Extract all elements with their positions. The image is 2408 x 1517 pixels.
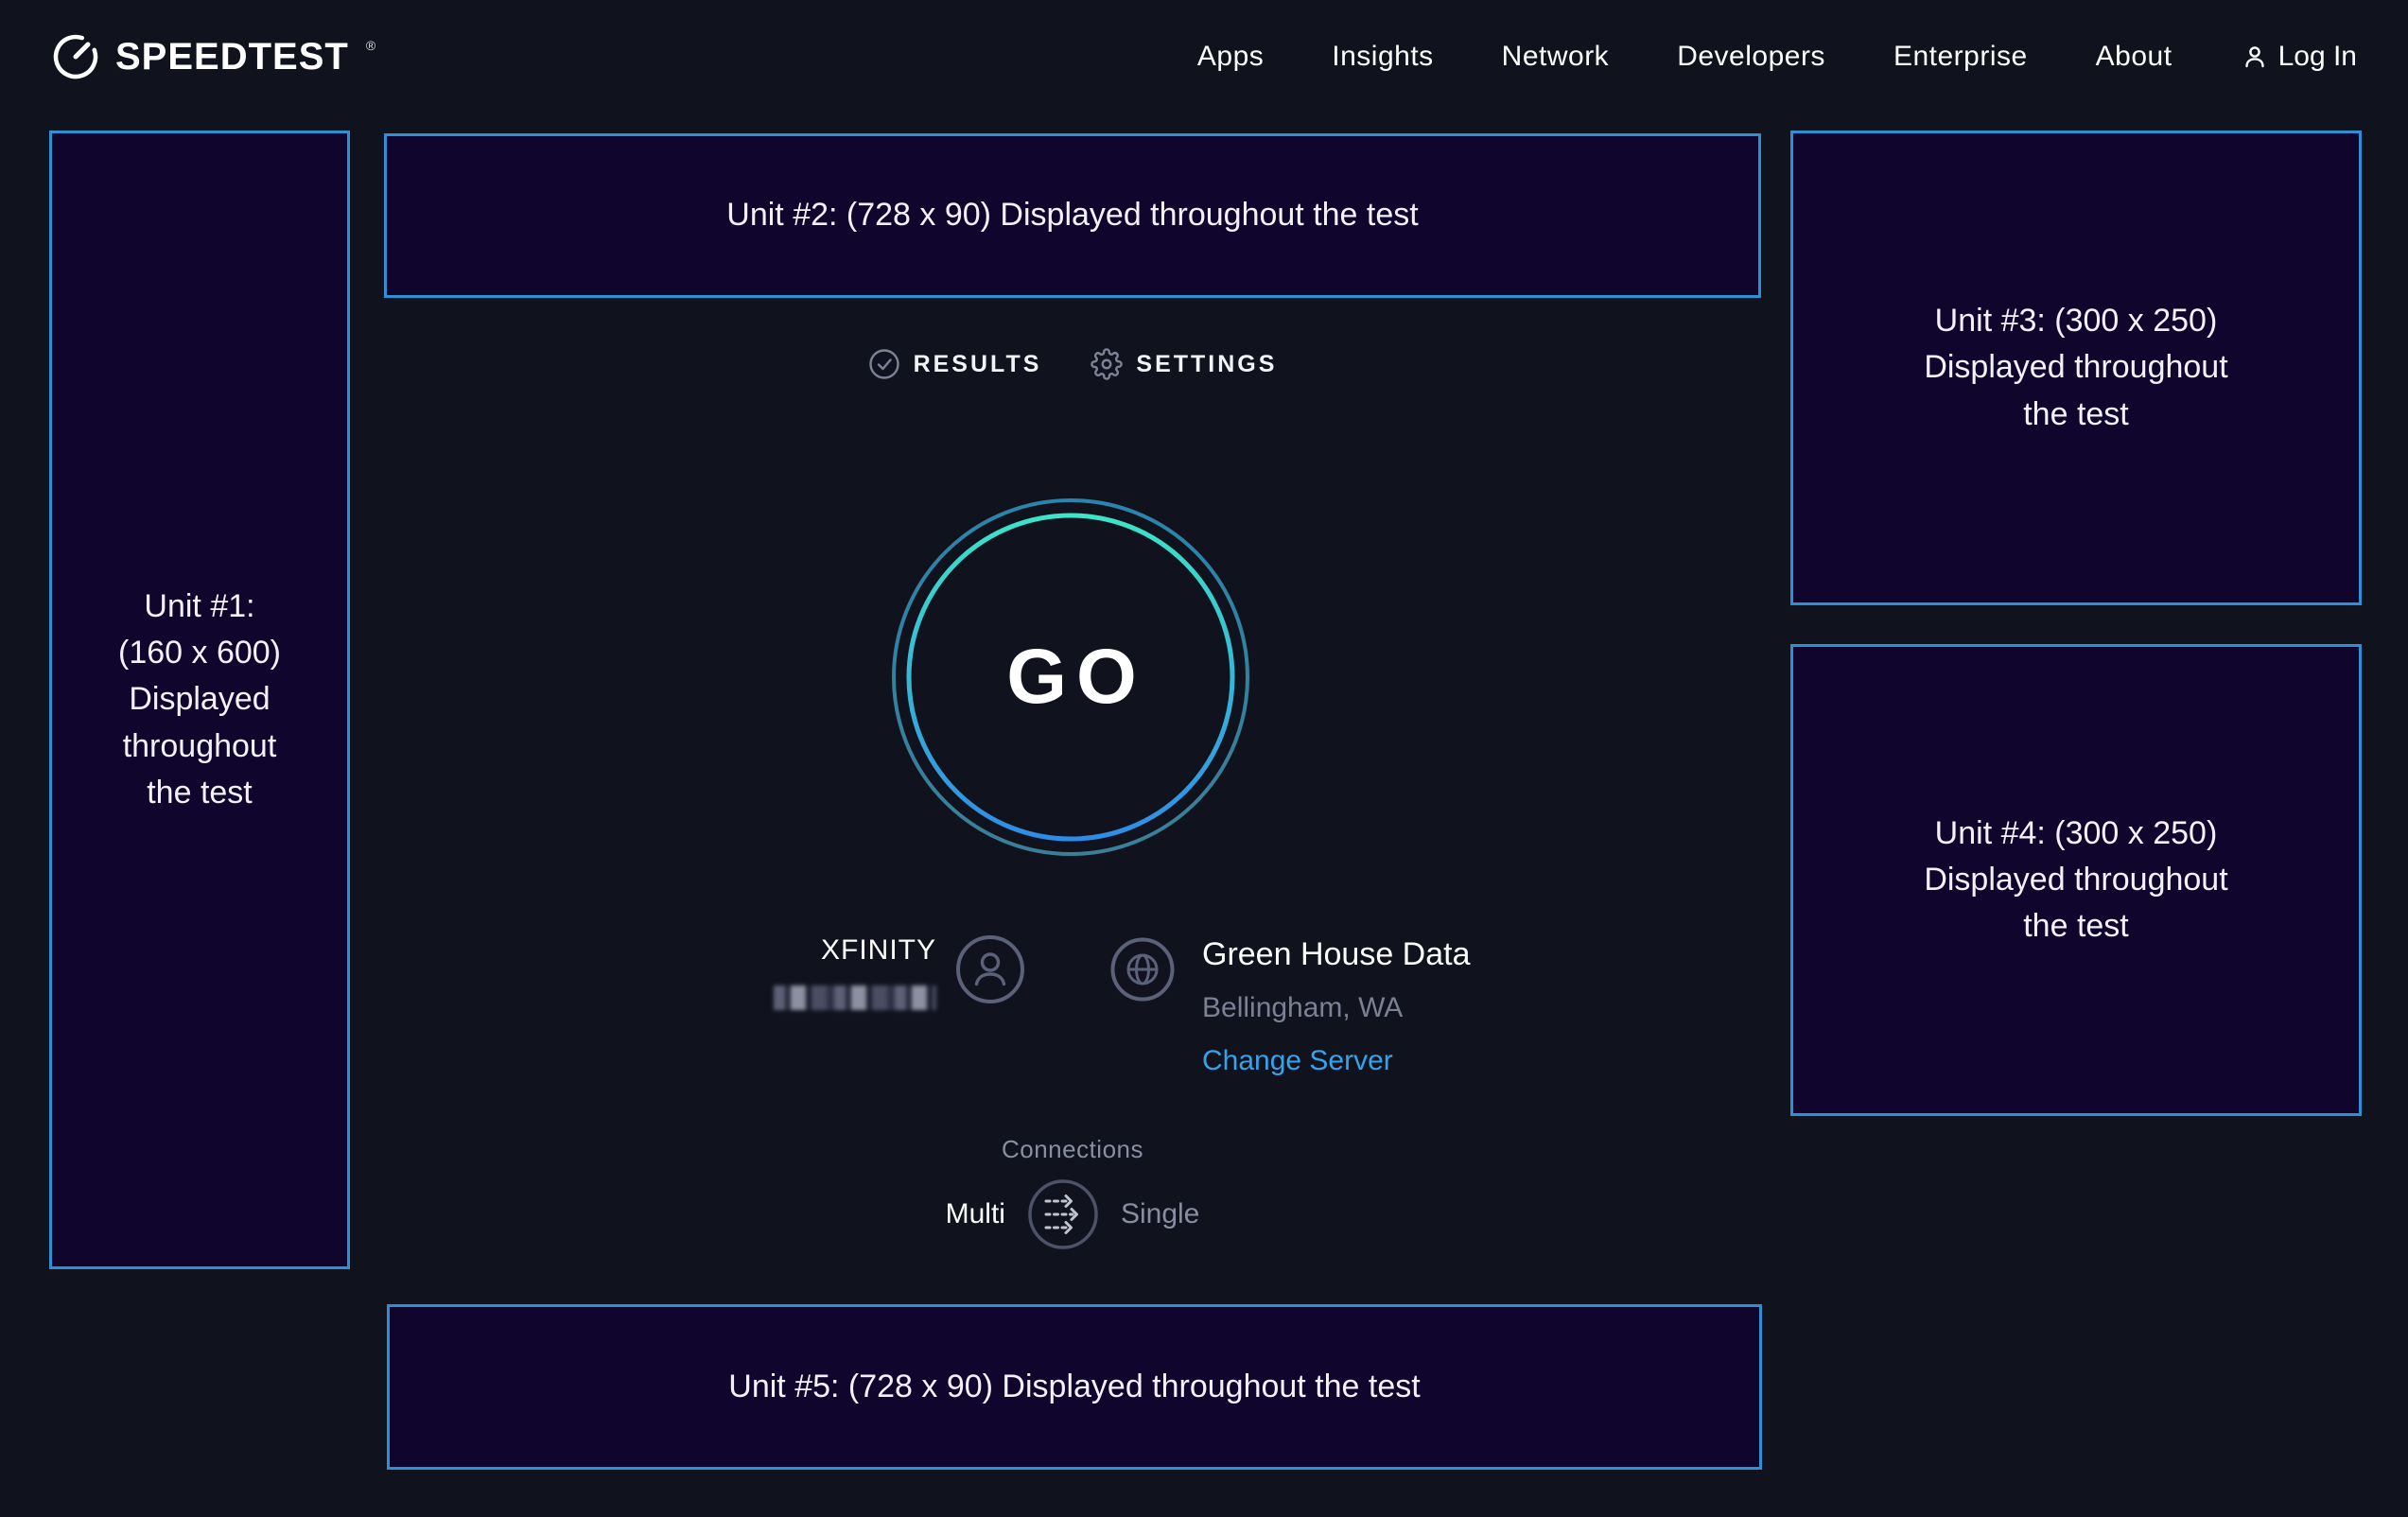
- nav-item-network[interactable]: Network: [1502, 41, 1610, 73]
- blurred-ip-address: [774, 985, 936, 1010]
- go-button-label: GO: [886, 493, 1255, 862]
- server-location: Bellingham, WA: [1202, 992, 1471, 1024]
- nav-item-developers[interactable]: Developers: [1677, 41, 1825, 73]
- change-server-link[interactable]: Change Server: [1202, 1045, 1393, 1077]
- go-button[interactable]: GO: [886, 493, 1255, 862]
- tab-settings[interactable]: SETTINGS: [1091, 348, 1277, 380]
- connections-toggle-icon[interactable]: [1026, 1177, 1100, 1251]
- server-info: Green House Data Bellingham, WA Change S…: [1202, 936, 1471, 1077]
- nav-links: Apps Insights Network Developers Enterpr…: [1197, 41, 2357, 73]
- ad-unit-1-text: Unit #1: (160 x 600) Displayed throughou…: [118, 584, 281, 816]
- trademark-symbol: ®: [366, 38, 375, 53]
- ad-unit-3-text: Unit #3: (300 x 250) Displayed throughou…: [1924, 298, 2227, 438]
- tab-results-label: RESULTS: [914, 351, 1042, 378]
- ad-unit-5[interactable]: Unit #5: (728 x 90) Displayed throughout…: [387, 1304, 1762, 1470]
- ad-unit-1[interactable]: Unit #1: (160 x 600) Displayed throughou…: [49, 131, 350, 1269]
- ad-unit-3[interactable]: Unit #3: (300 x 250) Displayed throughou…: [1790, 131, 2362, 605]
- login-button[interactable]: Log In: [2241, 41, 2357, 73]
- view-tabs: RESULTS SETTINGS: [384, 348, 1761, 380]
- ad-unit-5-text: Unit #5: (728 x 90) Displayed throughout…: [728, 1364, 1420, 1410]
- server-globe-icon: [1109, 936, 1176, 1007]
- ad-unit-4-text: Unit #4: (300 x 250) Displayed throughou…: [1924, 811, 2227, 950]
- tab-results[interactable]: RESULTS: [868, 348, 1042, 380]
- nav-item-apps[interactable]: Apps: [1197, 41, 1264, 73]
- isp-user-icon: [954, 933, 1026, 1010]
- connections-multi-option[interactable]: Multi: [946, 1198, 1005, 1230]
- nav-item-enterprise[interactable]: Enterprise: [1893, 41, 2028, 73]
- nav-item-insights[interactable]: Insights: [1332, 41, 1433, 73]
- ad-unit-4[interactable]: Unit #4: (300 x 250) Displayed throughou…: [1790, 644, 2362, 1116]
- isp-info: XFINITY: [653, 934, 936, 1010]
- server-name: Green House Data: [1202, 936, 1471, 973]
- tab-settings-label: SETTINGS: [1136, 351, 1277, 378]
- ad-unit-2-text: Unit #2: (728 x 90) Displayed throughout…: [726, 192, 1418, 238]
- speedometer-gauge-icon: [51, 32, 100, 81]
- isp-name: XFINITY: [653, 934, 936, 967]
- user-icon: [2241, 43, 2269, 71]
- speedtest-logo[interactable]: SPEEDTEST ®: [51, 32, 374, 81]
- top-navbar: SPEEDTEST ® Apps Insights Network Develo…: [0, 0, 2408, 131]
- nav-item-about[interactable]: About: [2096, 41, 2172, 73]
- connections-label: Connections: [384, 1135, 1761, 1164]
- check-circle-icon: [868, 348, 900, 380]
- connections-single-option[interactable]: Single: [1121, 1198, 1199, 1230]
- login-label: Log In: [2278, 41, 2357, 73]
- brand-name: SPEEDTEST: [115, 36, 349, 78]
- gear-icon: [1091, 348, 1123, 380]
- speedtest-page: SPEEDTEST ® Apps Insights Network Develo…: [0, 0, 2408, 1517]
- connections-row: Multi Single: [384, 1177, 1761, 1251]
- ad-unit-2[interactable]: Unit #2: (728 x 90) Displayed throughout…: [384, 133, 1761, 298]
